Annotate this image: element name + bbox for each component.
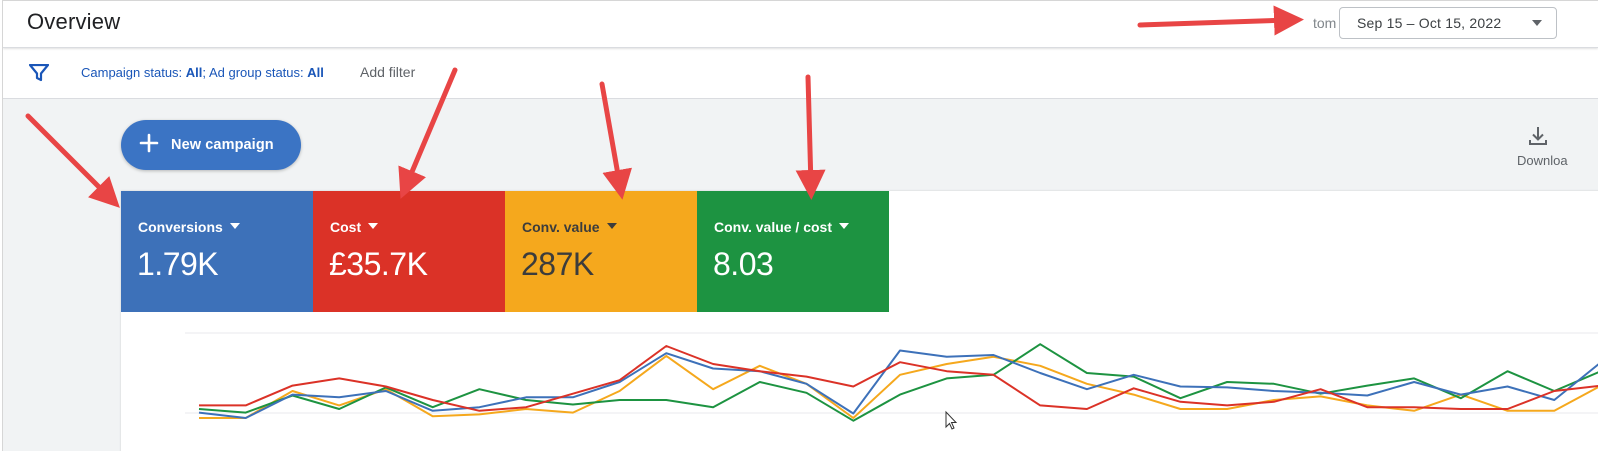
ad-group-status-label: Ad group status: (208, 65, 304, 80)
campaign-status-label: Campaign status: (81, 65, 183, 80)
performance-card: Conversions 1.79K Cost £35.7K Conv. valu… (121, 191, 1598, 451)
series-line-2 (199, 354, 1598, 419)
metric-name: Cost (330, 219, 362, 235)
performance-line-chart (185, 332, 1598, 430)
metric-tile-conv-value-per-cost[interactable]: Conv. value / cost 8.03 (697, 191, 889, 312)
date-range-preset-label[interactable]: tom (1313, 15, 1336, 31)
dropdown-caret-icon (606, 223, 617, 230)
metric-name: Conversions (138, 219, 223, 235)
dropdown-caret-icon (368, 223, 379, 230)
download-icon (1529, 127, 1547, 145)
filter-separator: ; (202, 65, 207, 80)
plus-icon (139, 133, 159, 153)
metric-tile-cost[interactable]: Cost £35.7K (313, 191, 505, 312)
active-filters[interactable]: Campaign status: All; Ad group status: A… (81, 65, 324, 80)
metric-value: 287K (521, 246, 594, 282)
metric-selector[interactable]: Conv. value (522, 219, 617, 235)
mouse-cursor-icon (945, 410, 958, 430)
date-range-selector[interactable]: Sep 15 – Oct 15, 2022 (1339, 7, 1557, 39)
download-label: Downloa (1517, 153, 1568, 168)
date-range-value: Sep 15 – Oct 15, 2022 (1357, 15, 1502, 31)
metric-tiles: Conversions 1.79K Cost £35.7K Conv. valu… (121, 191, 889, 312)
metric-name: Conv. value / cost (714, 219, 832, 235)
metric-selector[interactable]: Conversions (138, 219, 240, 235)
filter-bar: Campaign status: All; Ad group status: A… (3, 48, 1598, 99)
dropdown-caret-icon (1532, 20, 1542, 26)
metric-value: 1.79K (137, 246, 219, 282)
new-campaign-button[interactable]: New campaign (121, 120, 301, 170)
metric-value: 8.03 (713, 246, 774, 282)
series-line-3 (198, 343, 1598, 422)
filter-icon[interactable] (29, 64, 49, 82)
overview-page: Overview tom Sep 15 – Oct 15, 2022 Campa… (2, 0, 1598, 451)
metric-name: Conv. value (522, 219, 600, 235)
metric-selector[interactable]: Cost (330, 219, 379, 235)
series-layer (198, 343, 1598, 422)
campaign-status-value: All (185, 65, 203, 80)
dropdown-caret-icon (839, 223, 849, 230)
main-content: New campaign Downloa Conversions 1.79K C… (3, 99, 1598, 451)
metric-tile-conv-value[interactable]: Conv. value 287K (505, 191, 697, 312)
ad-group-status-value: All (307, 65, 324, 80)
metric-tile-conversions[interactable]: Conversions 1.79K (121, 191, 313, 312)
metric-selector[interactable]: Conv. value / cost (714, 219, 849, 235)
add-filter-button[interactable]: Add filter (360, 64, 415, 80)
page-title: Overview (27, 9, 121, 34)
download-button[interactable]: Downloa (1513, 125, 1593, 169)
new-campaign-label: New campaign (171, 137, 274, 153)
dropdown-caret-icon (229, 223, 240, 230)
metric-value: £35.7K (329, 246, 428, 282)
top-bar: Overview tom Sep 15 – Oct 15, 2022 (3, 1, 1598, 48)
